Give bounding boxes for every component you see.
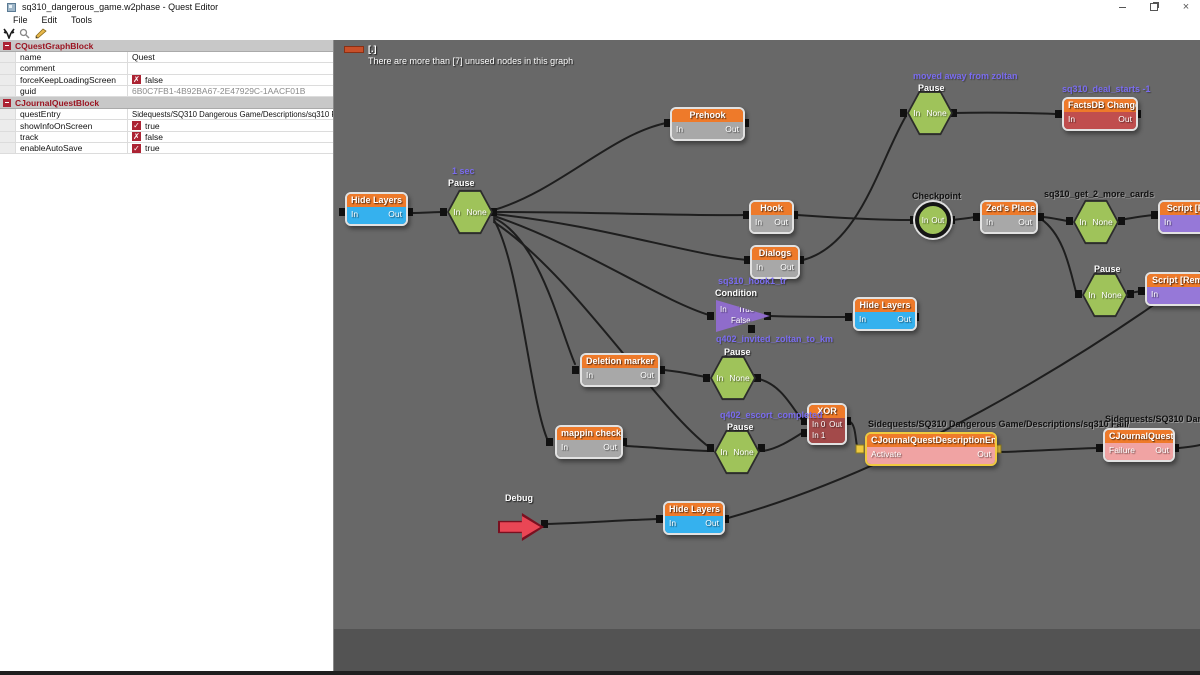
search-icon[interactable] (18, 27, 31, 39)
tracker-icon[interactable] (2, 27, 15, 39)
label-quest-path-right: Sidequests/SQ310 Danger (1105, 414, 1200, 424)
label-get-2-more-cards: sq310_get_2_more_cards (1044, 189, 1154, 199)
edge (494, 220, 548, 441)
edge (954, 113, 1058, 114)
graph-edges (334, 40, 1200, 671)
edge (408, 212, 444, 213)
edge (546, 519, 659, 524)
property-row-force-keep-loading-screen[interactable]: forceKeepLoadingScreen ✗ false (0, 75, 333, 86)
warning-line1: [.] (368, 44, 377, 54)
edge (999, 448, 1098, 452)
menu-file[interactable]: File (13, 15, 28, 25)
warning-line2: There are more than [7] unused nodes in … (368, 56, 573, 66)
node-checkpoint[interactable]: InOut (915, 202, 951, 238)
edge (1041, 219, 1076, 292)
node-dialogs[interactable]: Dialogs InOut (750, 245, 800, 279)
property-group-quest-graph-block[interactable]: CQuestGraphBlock (0, 40, 333, 52)
properties-panel: CQuestGraphBlock name Quest comment forc… (0, 40, 334, 671)
port-in[interactable]: In (351, 209, 358, 221)
checkbox-false-icon[interactable]: ✗ (132, 75, 141, 84)
edge (763, 433, 802, 451)
node-hide-layers-3[interactable]: Hide Layers InOut (663, 501, 725, 535)
menu-edit[interactable]: Edit (42, 15, 58, 25)
node-hide-layers-1[interactable]: Hide Layers InOut (345, 192, 408, 226)
label-escort: q402_escort_completed (720, 410, 823, 420)
edge (626, 446, 709, 451)
property-row-guid[interactable]: guid 6B0C7FB1-4B92BA67-2E47929C-1AACF01B (0, 86, 333, 97)
node-journal-description-entry[interactable]: CJournalQuestDescriptionEntry ActivateOu… (865, 432, 997, 466)
edge (1179, 445, 1200, 448)
minimize-button[interactable] (1116, 1, 1128, 13)
label-pause: Pause (448, 178, 475, 188)
label-checkpoint: Checkpoint (912, 191, 961, 201)
checkbox-true-icon[interactable]: ✓ (132, 144, 141, 153)
property-row-name[interactable]: name Quest (0, 52, 333, 63)
edge (728, 272, 1200, 518)
label-quest-path: Sidequests/SQ310 Dangerous Game/Descript… (868, 419, 1129, 429)
edge (1043, 217, 1068, 221)
node-mappin-check[interactable]: mappin check InOut (555, 425, 623, 459)
checkbox-false-icon[interactable]: ✗ (132, 132, 141, 141)
property-row-enable-auto-save[interactable]: enableAutoSave ✓ true (0, 143, 333, 154)
edge (494, 218, 575, 364)
node-hide-layers-2[interactable]: Hide Layers InOut (853, 297, 917, 331)
edge (952, 217, 976, 220)
property-row-track[interactable]: track ✗ false (0, 132, 333, 143)
edge (664, 370, 706, 377)
collapse-icon[interactable] (3, 42, 11, 50)
title-bar: sq310_dangerous_game.w2phase - Quest Edi… (0, 0, 1200, 14)
label-hook1-tr: sq310_hook1_tr (718, 276, 787, 286)
window-title: sq310_dangerous_game.w2phase - Quest Edi… (22, 2, 218, 12)
edge (1120, 215, 1154, 220)
app-icon (7, 3, 16, 12)
menu-tools[interactable]: Tools (71, 15, 92, 25)
node-prehook[interactable]: Prehook InOut (670, 107, 745, 141)
port-activate (856, 445, 864, 453)
menu-bar: File Edit Tools (0, 14, 1200, 26)
tool-bar (0, 26, 1200, 40)
node-zeds-place[interactable]: Zed's Place InOut (980, 200, 1038, 234)
edge (494, 212, 746, 215)
property-row-comment[interactable]: comment (0, 63, 333, 74)
edge (797, 215, 912, 220)
edge (494, 123, 666, 210)
edge (803, 116, 906, 260)
restore-button[interactable] (1148, 1, 1160, 13)
edge (770, 316, 849, 317)
label-condition: Condition (715, 288, 757, 298)
node-script-2[interactable]: Script [Remo In (1145, 272, 1200, 306)
label-invited: q402_invited_zoltan_to_km (716, 334, 833, 344)
node-hook[interactable]: Hook InOut (749, 200, 794, 234)
node-script-1[interactable]: Script [Re In (1158, 200, 1200, 234)
label-1sec: 1 sec (452, 166, 475, 176)
node-deletion-marker[interactable]: Deletion marker InOut (580, 353, 660, 387)
close-button[interactable]: × (1180, 1, 1192, 13)
warning-marker (344, 46, 364, 53)
port-out[interactable]: Out (388, 209, 402, 221)
property-row-show-info-on-screen[interactable]: showInfoOnScreen ✓ true (0, 120, 333, 131)
property-row-quest-entry[interactable]: questEntry Sidequests/SQ310 Dangerous Ga… (0, 109, 333, 120)
label-moved-away: moved away from zoltan (913, 71, 1018, 81)
label-deal-starts: sq310_deal_starts -1 (1062, 84, 1151, 94)
quest-graph-canvas[interactable]: [.] There are more than [7] unused nodes… (334, 40, 1200, 671)
property-group-journal-quest-block[interactable]: CJournalQuestBlock (0, 97, 333, 109)
edge (494, 222, 709, 447)
collapse-icon[interactable] (3, 99, 11, 107)
window-bottom-edge (0, 671, 1200, 675)
checkbox-true-icon[interactable]: ✓ (132, 121, 141, 130)
node-factsdb-change[interactable]: FactsDB Change InOut (1062, 97, 1138, 131)
node-journal-quest[interactable]: CJournalQuest FailureOut (1103, 428, 1175, 462)
label-debug: Debug (505, 493, 533, 503)
edit-pencil-icon[interactable] (34, 27, 47, 39)
